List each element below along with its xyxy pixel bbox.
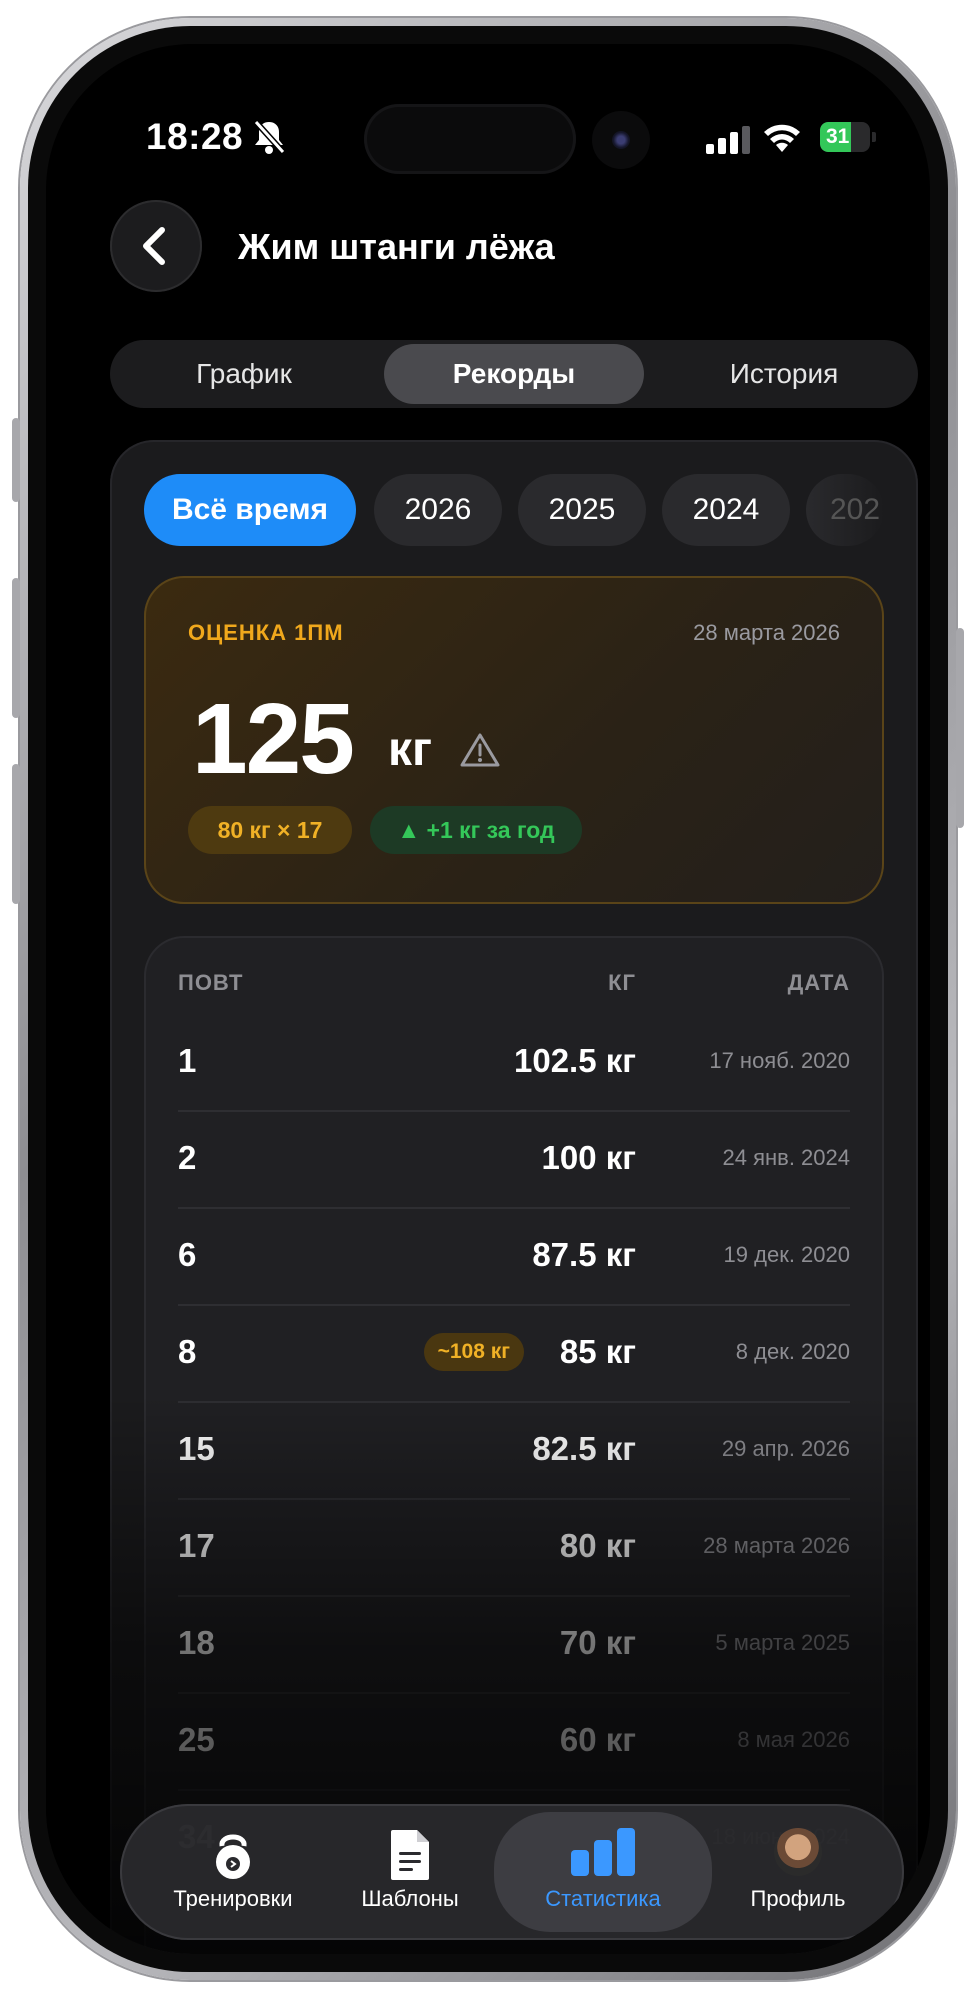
tab-bar: Тренировки Шаблоны Статистика Профиль [120,1804,904,1940]
row-date: 8 мая 2026 [737,1727,850,1752]
row-weight: 100 кг [541,1139,637,1176]
row-date: 19 дек. 2020 [723,1242,850,1267]
row-reps: 1 [178,1042,197,1079]
row-weight: 82.5 кг [532,1430,636,1467]
period-chip-2024[interactable]: 2024 [662,474,790,546]
column-header-kg: КГ [608,970,636,995]
row-reps: 25 [178,1721,215,1758]
row-weight: 60 кг [559,1721,636,1758]
row-weight: 85 кг [559,1333,636,1370]
row-reps: 18 [178,1624,215,1661]
tab-records[interactable]: Рекорды [384,344,644,404]
row-reps: 15 [178,1430,215,1467]
period-chip-all-time[interactable]: Всё время [144,474,356,546]
volume-down-button [12,764,20,904]
one-rm-date: 28 марта 2026 [693,620,840,645]
segmented-control: График Рекорды История [110,340,918,408]
row-reps: 6 [178,1236,197,1273]
front-camera [592,111,650,169]
table-row[interactable]: 8 ~108 кг 85 кг 8 дек. 2020 [178,1305,850,1403]
one-rm-unit: кг [388,723,433,776]
period-chip-2026[interactable]: 2026 [374,474,502,546]
warning-icon[interactable] [460,732,500,768]
tabbar-workouts[interactable]: Тренировки [140,1804,326,1940]
table-row[interactable]: 2 100 кг 24 янв. 2024 [178,1111,850,1209]
tabbar-statistics-label: Статистика [545,1886,661,1911]
bell-slash-icon [253,119,286,155]
one-rm-label: ОЦЕНКА 1ПМ [188,620,344,645]
status-time: 18:28 [146,116,244,157]
tabbar-workouts-label: Тренировки [173,1886,293,1911]
period-chip-more[interactable]: 202 [806,474,884,546]
table-row[interactable]: 18 70 кг 5 марта 2025 [178,1596,850,1694]
row-date: 24 янв. 2024 [722,1145,851,1170]
row-date: 8 дек. 2020 [735,1339,850,1364]
row-date: 29 апр. 2026 [721,1436,850,1461]
tabbar-statistics[interactable]: Статистика [494,1812,712,1932]
row-reps: 8 [178,1333,197,1370]
volume-up-button [12,578,20,718]
best-set-badge: 80 кг × 17 [188,806,352,854]
row-weight: 80 кг [559,1527,636,1564]
dynamic-island [364,104,576,174]
tab-chart[interactable]: График [114,344,374,404]
phone-frame: 18:28 31 Жим штанги лёжа График Рекорды … [12,18,964,1980]
document-icon [391,1830,429,1880]
back-button[interactable] [110,200,202,292]
row-date: 5 марта 2025 [715,1630,850,1655]
records-card: Всё время 2026 2025 2024 202 ОЦЕНКА 1ПМ … [110,440,918,1954]
row-reps: 2 [178,1139,197,1176]
battery-icon: 31 [820,122,870,152]
table-row[interactable]: 17 80 кг 28 марта 2026 [178,1499,850,1597]
kettlebell-icon [216,1834,250,1879]
table-row[interactable]: 15 82.5 кг 29 апр. 2026 [178,1402,850,1500]
wifi-icon [764,124,800,152]
column-header-date: ДАТА [787,970,850,995]
estimated-1rm-badge: ~108 кг [423,1333,524,1371]
table-row[interactable]: 1 102.5 кг 17 нояб. 2020 [178,1014,850,1112]
chevron-left-icon [143,227,165,265]
table-row[interactable]: 6 87.5 кг 19 дек. 2020 [178,1208,850,1306]
one-rm-value: 125 [192,683,355,795]
row-weight: 87.5 кг [532,1236,636,1273]
column-header-reps: ПОВТ [178,970,244,995]
tabbar-templates[interactable]: Шаблоны [326,1804,494,1940]
avatar [774,1828,822,1876]
row-date: 28 марта 2026 [703,1533,850,1558]
row-weight: 102.5 кг [513,1042,636,1079]
page-title: Жим штанги лёжа [238,226,555,267]
bar-chart-icon [571,1828,635,1876]
cellular-signal-icon [706,126,750,154]
power-button [956,628,964,828]
tabbar-profile-label: Профиль [750,1886,846,1911]
trend-badge: ▲ +1 кг за год [370,806,582,854]
screen: 18:28 31 Жим штанги лёжа График Рекорды … [46,44,930,1954]
tabbar-templates-label: Шаблоны [361,1886,459,1911]
row-reps: 17 [178,1527,215,1564]
battery-percent: 31 [826,125,850,148]
records-table: ПОВТ КГ ДАТА 1 102.5 кг 17 нояб. 2020 2 100 … [144,936,884,1954]
bezel: 18:28 31 Жим штанги лёжа График Рекорды … [28,26,948,1972]
table-row[interactable]: 25 60 кг 8 мая 2026 [178,1693,850,1791]
row-date: 17 нояб. 2020 [709,1048,850,1073]
tab-history[interactable]: История [654,344,914,404]
tabbar-profile[interactable]: Профиль [712,1804,884,1940]
period-chip-2025[interactable]: 2025 [518,474,646,546]
battery-cap [872,132,876,142]
one-rep-max-card: ОЦЕНКА 1ПМ 28 марта 2026 125 кг 80 кг × … [144,576,884,904]
mute-switch [12,418,20,502]
row-weight: 70 кг [559,1624,636,1661]
